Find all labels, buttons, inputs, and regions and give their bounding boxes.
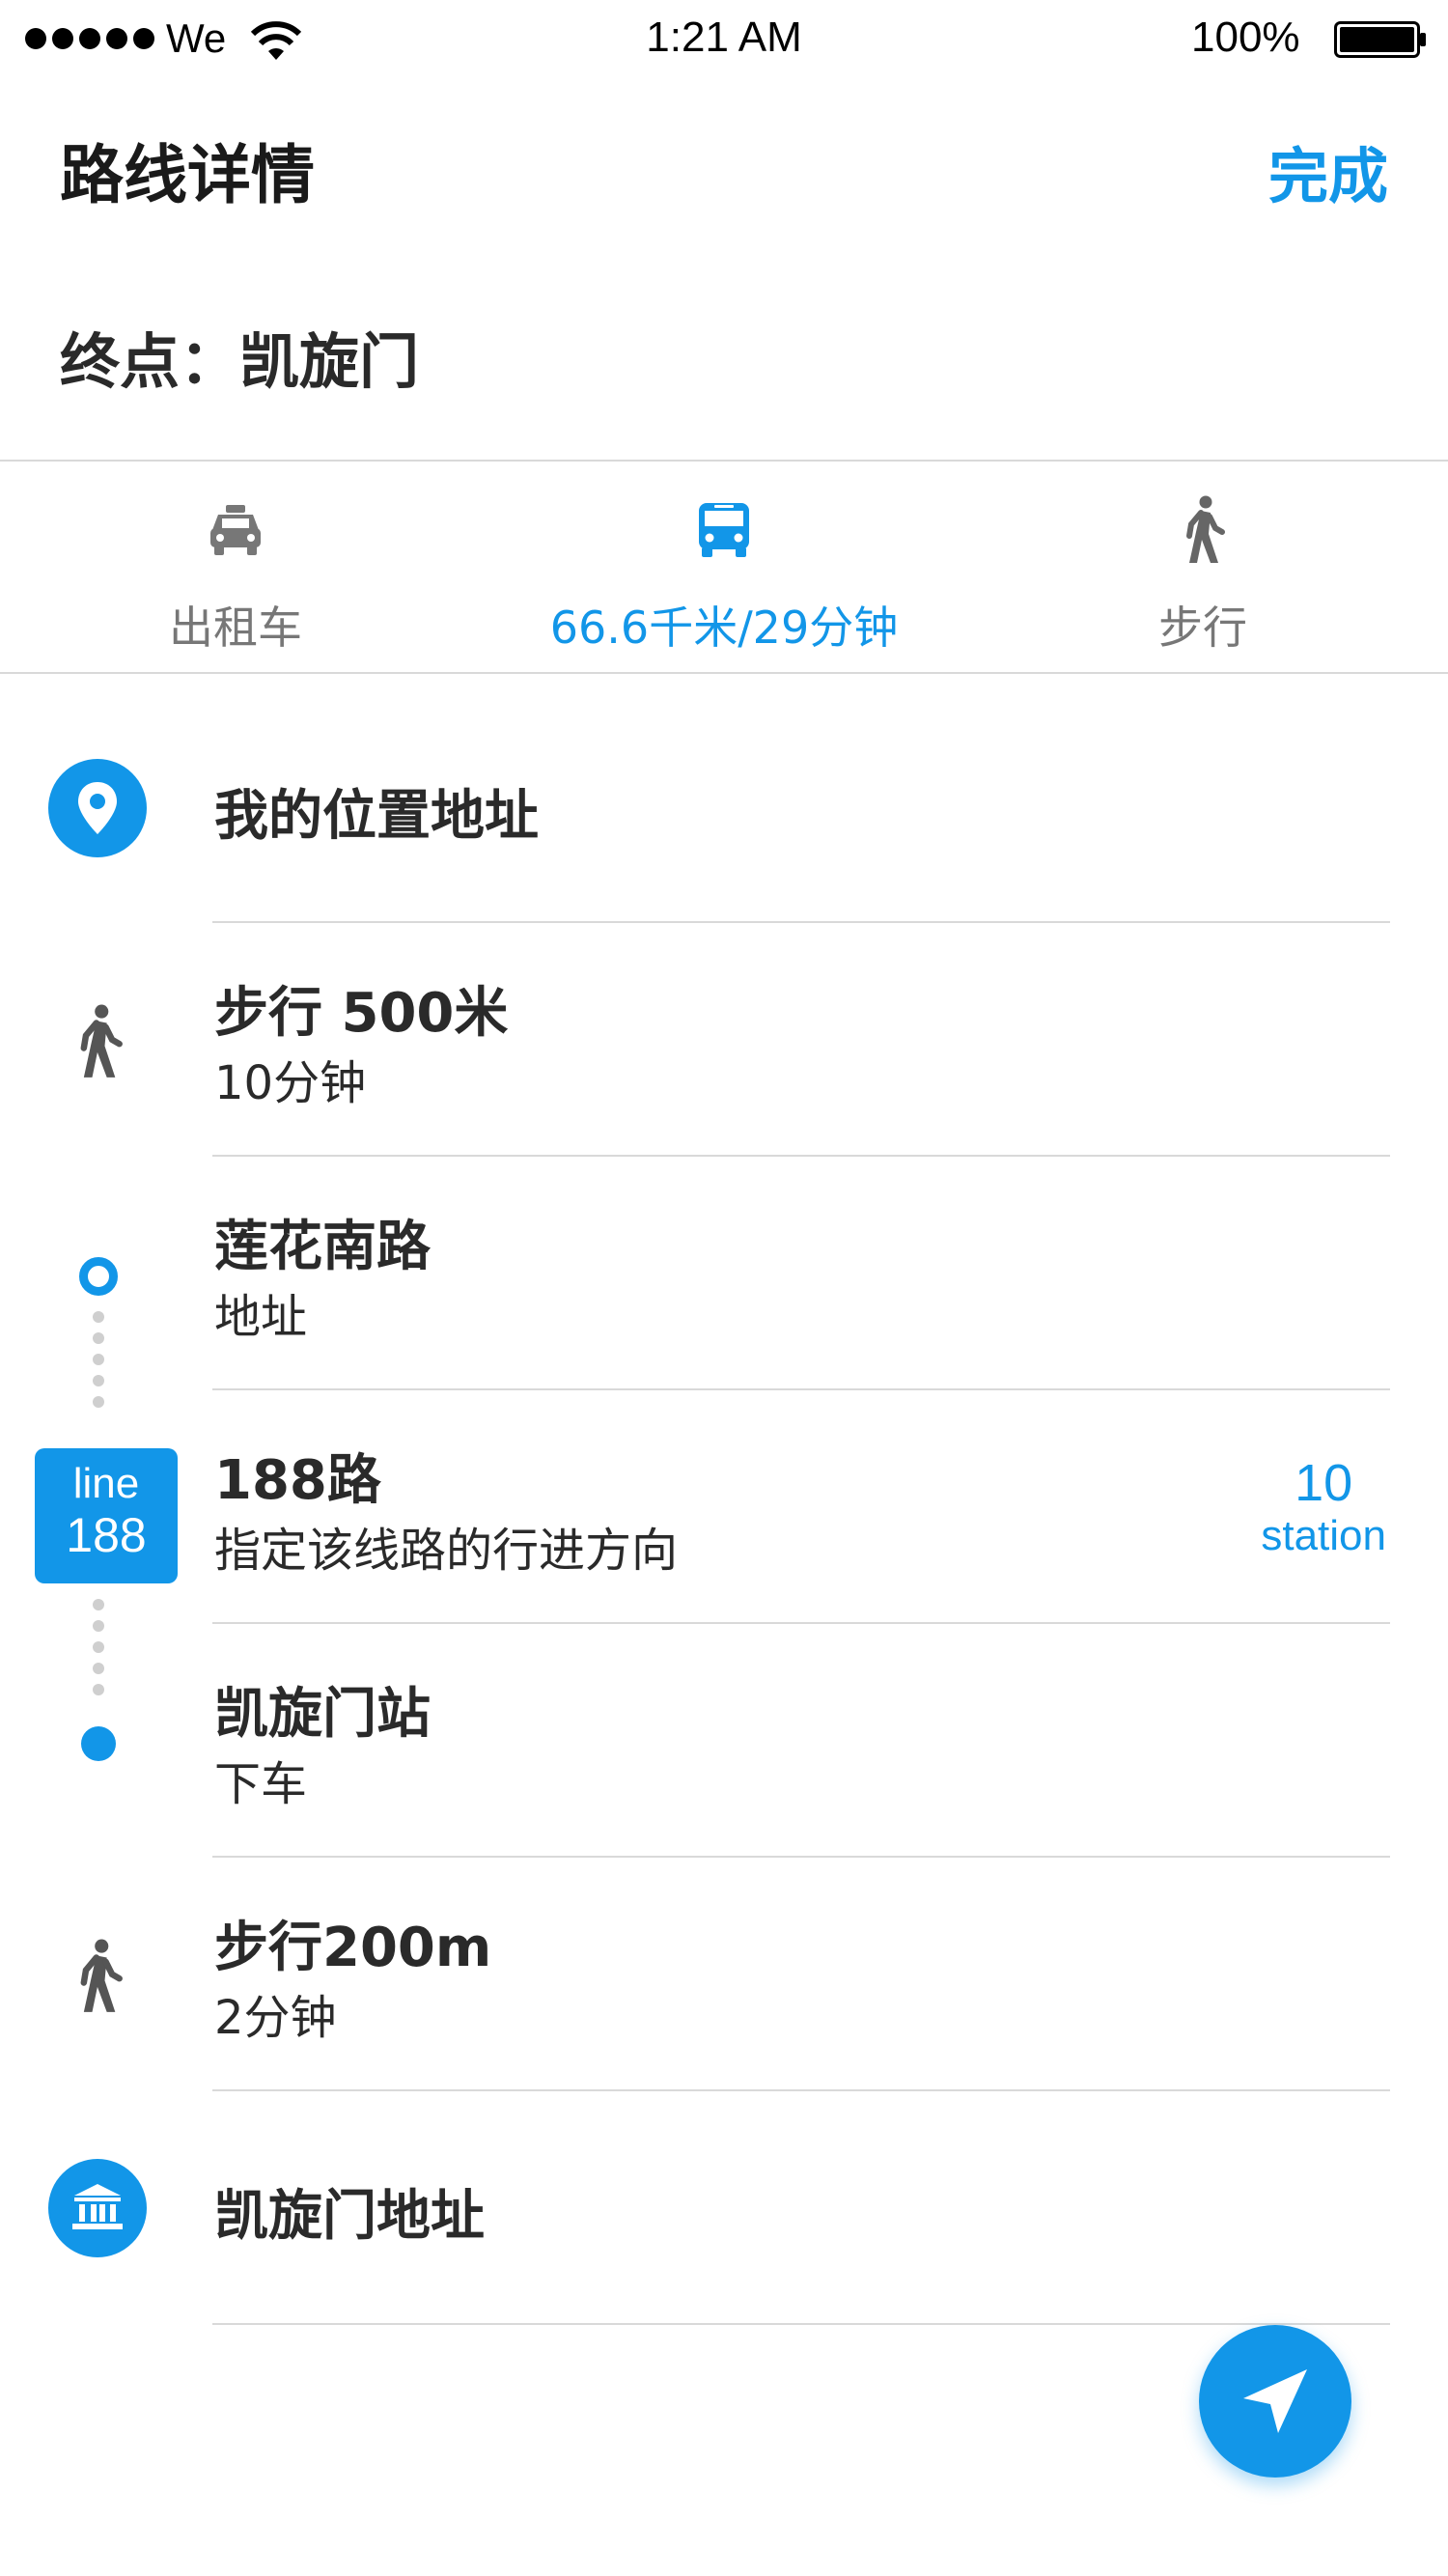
divider: [0, 460, 1448, 462]
walk-step-title: 步行200m: [214, 1917, 492, 1979]
alight-stop-marker: [81, 1726, 116, 1761]
done-button[interactable]: 完成: [1268, 127, 1388, 214]
route-dotted-line: [93, 1311, 104, 1417]
tab-walk-label: 步行: [1158, 602, 1247, 654]
tab-taxi[interactable]: 出租车: [33, 492, 438, 657]
alight-stop-title: 凯旋门站: [214, 1683, 431, 1746]
battery-percent: 100%: [1191, 14, 1300, 61]
destination-line: 终点：凯旋门: [60, 313, 419, 400]
row-divider: [212, 1388, 1390, 1390]
end-location-title: 凯旋门地址: [214, 2185, 485, 2248]
bus-line-badge-top: line: [72, 1460, 140, 1507]
taxi-icon: [210, 505, 261, 555]
walk-icon: [80, 1004, 123, 1078]
board-stop-marker: [79, 1257, 118, 1296]
location-pin-icon: [48, 759, 147, 857]
walk-step-duration: 2分钟: [214, 1991, 337, 2045]
walk-icon: [80, 1939, 123, 2012]
route-dotted-line: [93, 1599, 104, 1705]
board-stop-address: 地址: [214, 1290, 308, 1344]
row-divider: [212, 1155, 1390, 1157]
walk-step-duration: 10分钟: [214, 1056, 367, 1110]
alight-stop-action: 下车: [214, 1757, 308, 1811]
board-stop-title: 莲花南路: [214, 1216, 431, 1278]
bus-line-badge: line 188: [35, 1448, 178, 1583]
bus-line-title: 188路: [214, 1449, 381, 1512]
start-location-title: 我的位置地址: [214, 785, 539, 848]
stop-count: 10 station: [1261, 1454, 1386, 1560]
bus-line-direction: 指定该线路的行进方向: [214, 1524, 679, 1578]
tab-walk[interactable]: 步行: [1000, 492, 1406, 657]
walk-step-title: 步行 500米: [214, 982, 509, 1045]
tab-taxi-label: 出租车: [169, 602, 302, 654]
stop-count-unit: station: [1261, 1512, 1386, 1559]
bus-icon: [699, 503, 749, 557]
navigation-arrow-icon: [1243, 2369, 1307, 2433]
tab-bus[interactable]: 66.6千米/29分钟: [521, 492, 927, 657]
destination-name: 凯旋门: [239, 326, 420, 397]
landmark-icon: [48, 2159, 147, 2257]
bus-line-badge-number: 188: [66, 1508, 147, 1562]
navigate-button[interactable]: [1199, 2325, 1351, 2478]
page-title: 路线详情: [60, 138, 315, 212]
row-divider: [212, 1856, 1390, 1858]
divider: [0, 672, 1448, 674]
destination-label: 终点：: [60, 326, 240, 397]
status-bar: We 1:21 AM 100%: [0, 0, 1448, 77]
row-divider: [212, 921, 1390, 923]
stop-count-number: 10: [1295, 1454, 1353, 1512]
walk-icon: [1186, 495, 1225, 563]
tab-bus-label: 66.6千米/29分钟: [549, 602, 899, 654]
row-divider: [212, 2089, 1390, 2091]
row-divider: [212, 1622, 1390, 1624]
battery-icon: [1334, 21, 1426, 58]
